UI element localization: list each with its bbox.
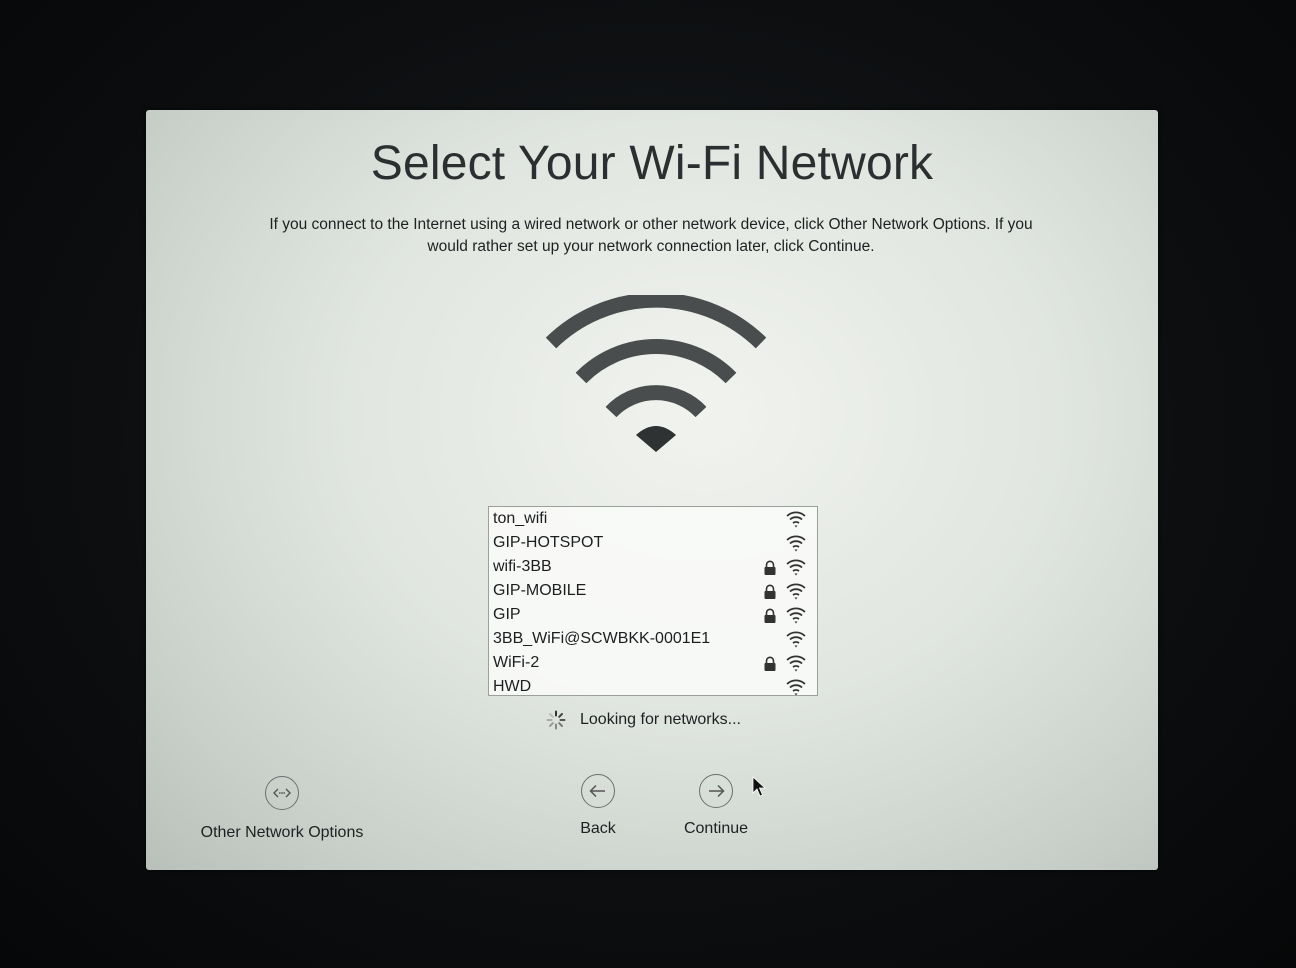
wifi-signal-icon bbox=[785, 606, 807, 624]
back-label: Back bbox=[580, 820, 616, 837]
continue-label: Continue bbox=[683, 820, 749, 837]
network-list-item[interactable]: ton_wifi bbox=[489, 507, 817, 531]
network-name: GIP-HOTSPOT bbox=[493, 534, 604, 551]
wifi-signal-icon bbox=[785, 678, 807, 695]
forward-arrow-icon bbox=[699, 774, 733, 808]
setup-assistant-window: Select Your Wi-Fi Network If you connect… bbox=[146, 110, 1158, 870]
other-network-options-button[interactable]: Other Network Options bbox=[182, 776, 382, 842]
network-name: HWD bbox=[493, 678, 532, 695]
wifi-signal-icon bbox=[785, 582, 807, 600]
lock-icon bbox=[763, 560, 777, 576]
wifi-signal-icon bbox=[785, 534, 807, 552]
page-description: If you connect to the Internet using a w… bbox=[269, 216, 1033, 255]
network-list-item[interactable]: GIP bbox=[489, 603, 817, 627]
status-text: Looking for networks... bbox=[580, 711, 741, 728]
wifi-signal-icon bbox=[785, 630, 807, 648]
other-network-options-label: Other Network Options bbox=[200, 824, 364, 841]
wifi-signal-icon bbox=[785, 558, 807, 576]
lock-icon bbox=[763, 608, 777, 624]
back-button[interactable]: Back bbox=[560, 774, 636, 838]
network-list-item[interactable]: WiFi-2 bbox=[489, 651, 817, 675]
network-options-icon bbox=[265, 776, 299, 810]
network-list[interactable]: ton_wifi GIP-HOTSPOT wifi-3BB GIP-MOBILE GIP… bbox=[488, 506, 818, 696]
network-list-item[interactable]: GIP-HOTSPOT bbox=[489, 531, 817, 555]
lock-icon bbox=[763, 584, 777, 600]
lock-icon bbox=[763, 656, 777, 672]
network-list-item[interactable]: 3BB_WiFi@SCWBKK-0001E1 bbox=[489, 627, 817, 651]
network-list-item[interactable]: GIP-MOBILE bbox=[489, 579, 817, 603]
network-name: 3BB_WiFi@SCWBKK-0001E1 bbox=[493, 630, 711, 647]
network-name: WiFi-2 bbox=[493, 654, 540, 671]
page-title: Select Your Wi-Fi Network bbox=[370, 137, 934, 190]
network-name: wifi-3BB bbox=[493, 558, 552, 575]
wifi-icon bbox=[545, 295, 767, 452]
wifi-signal-icon bbox=[785, 654, 807, 672]
network-name: ton_wifi bbox=[493, 510, 548, 527]
network-name: GIP-MOBILE bbox=[493, 582, 587, 599]
network-name: GIP bbox=[493, 606, 521, 623]
network-list-item[interactable]: HWD bbox=[489, 675, 817, 695]
network-list-item[interactable]: wifi-3BB bbox=[489, 555, 817, 579]
back-arrow-icon bbox=[581, 774, 615, 808]
wifi-signal-icon bbox=[785, 510, 807, 528]
mouse-cursor-icon bbox=[752, 776, 766, 797]
spinner-icon bbox=[546, 710, 566, 730]
